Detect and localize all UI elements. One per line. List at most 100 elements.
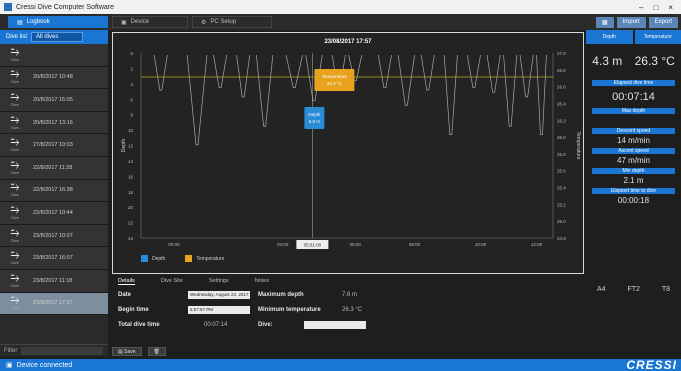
- diver-icon: ⥲ Dive: [10, 181, 20, 198]
- y-tick-label: 14: [128, 159, 134, 164]
- stat-block: Max depth: [592, 108, 675, 128]
- depth-dive-3: [213, 54, 228, 89]
- depth-dive-2: [186, 54, 208, 146]
- tab-details[interactable]: Details: [118, 278, 135, 285]
- begin-time-label: Begin time: [118, 307, 149, 313]
- stat-value: 47 m/min: [617, 156, 650, 165]
- dive-list-item[interactable]: ⥲ Dive: [0, 44, 108, 67]
- dive-list-item[interactable]: ⥲ Dive 22/8/2017 10:44: [0, 202, 108, 225]
- y2-tick-label: 26.6: [557, 85, 566, 90]
- filter-input[interactable]: [21, 346, 104, 355]
- total-time-value: 00:07:14: [204, 322, 228, 328]
- y2-tick-label: 25.2: [557, 202, 566, 207]
- delete-button[interactable]: 🗑: [147, 347, 166, 356]
- y-tick-label: 8: [130, 113, 133, 118]
- legend-depth[interactable]: Depth: [141, 255, 165, 262]
- dive-list-item[interactable]: ⥲ Dive 20/8/2017 13:16: [0, 111, 108, 135]
- bottom-actions: ▤ Save 🗑: [112, 347, 166, 356]
- max-depth-value: 7.6 m: [342, 292, 358, 298]
- min-temp-value: 26.3 °C: [342, 307, 363, 313]
- save-button[interactable]: ▤ Save: [112, 347, 142, 356]
- depth-dive-17: [519, 54, 534, 98]
- y2-tick-label: 26.2: [557, 118, 566, 123]
- dive-list-item[interactable]: ⥲ Dive 23/8/2017 10:07: [0, 224, 108, 248]
- dive-date: 22/8/2017 16:38: [33, 187, 73, 194]
- depth-dive-11: [397, 54, 415, 106]
- date-label: Date: [118, 292, 132, 298]
- stat-block: Min depth 2.1 m: [592, 168, 675, 188]
- chart-svg[interactable]: 02468101214161820222427.026.826.626.426.…: [113, 33, 585, 253]
- temperature-tooltip: [314, 69, 355, 91]
- maximize-button[interactable]: □: [653, 3, 658, 12]
- y-tick-label: 18: [128, 190, 134, 195]
- y-axis-label: Depth: [121, 139, 127, 153]
- y-tick-label: 2: [130, 66, 133, 71]
- depth-tooltip-label: Depth: [308, 112, 321, 117]
- dive-name-label: Dive:: [258, 322, 273, 328]
- begin-time-field[interactable]: 5:57:57 PM: [188, 306, 250, 314]
- y2-tick-label: 25.0: [557, 219, 566, 224]
- minimize-button[interactable]: –: [639, 3, 643, 12]
- tab-logbook[interactable]: ▤ Logbook: [8, 16, 108, 28]
- dive-date: 23/8/2017 11:18: [33, 277, 73, 284]
- stat-tab-depth[interactable]: Depth: [586, 30, 633, 44]
- depth-dive-5: [256, 54, 274, 127]
- tab-pc-setup[interactable]: ⚙ PC Setup: [192, 16, 272, 28]
- close-button[interactable]: ×: [668, 3, 673, 12]
- settings-icon: ⚙: [201, 19, 207, 26]
- depth-dive-12: [420, 54, 435, 91]
- date-field[interactable]: Wednesday, August 23, 2017: [188, 291, 250, 299]
- tab-dive-site[interactable]: Dive Site: [161, 278, 183, 285]
- tab-device[interactable]: ▣ Device: [112, 16, 188, 28]
- depth-tooltip: [304, 107, 325, 129]
- stats-panel: Depth Temperature 4.3 m 26.3 °C Elapsed …: [586, 30, 681, 356]
- dive-list-item[interactable]: ⥲ Dive 22/8/2017 16:38: [0, 179, 108, 203]
- x-tick-label: 04:00: [277, 242, 289, 247]
- info-tabs: Details Dive Site Settings Notes: [118, 278, 269, 285]
- current-temperature: 26.3 °C: [634, 54, 675, 68]
- dive-list-item[interactable]: ⥲ Dive 20/8/2017 15:05: [0, 89, 108, 112]
- legend-temperature[interactable]: Temperature: [185, 255, 224, 262]
- stat-value: 00:07:14: [612, 91, 655, 103]
- dive-list-item[interactable]: ⥲ Dive 27/8/2017 10:03: [0, 134, 108, 157]
- dive-list-header: Dive list All dives: [0, 30, 108, 44]
- temperature-tooltip-label: Temperature: [322, 74, 348, 79]
- title-bar: Cressi Dive Computer Software – □ ×: [0, 0, 681, 14]
- window-title: Cressi Dive Computer Software: [16, 3, 115, 11]
- dive-list-item[interactable]: ⥲ Dive 22/8/2017 11:28: [0, 156, 108, 180]
- dive-date: 22/8/2017 11:28: [33, 164, 73, 171]
- dive-details: Date Wednesday, August 23, 2017 Begin ti…: [118, 290, 418, 340]
- dive-date: 23/8/2017 10:07: [33, 232, 73, 239]
- stat-block: Ascent speed 47 m/min: [592, 148, 675, 168]
- tab-settings[interactable]: Settings: [209, 278, 229, 285]
- y-tick-label: 12: [128, 144, 134, 149]
- y-tick-label: 22: [128, 221, 134, 226]
- diver-icon: ⥲ Dive: [10, 203, 20, 220]
- export-button[interactable]: Export: [648, 16, 678, 28]
- dive-name-field[interactable]: [304, 321, 366, 329]
- tab-notes[interactable]: Notes: [255, 278, 269, 285]
- chart-legend: Depth Temperature: [141, 255, 224, 262]
- stat-block: Descent speed 14 m/min: [592, 128, 675, 148]
- y2-tick-label: 26.4: [557, 101, 566, 106]
- diver-icon: ⥲ Dive: [10, 68, 20, 85]
- status-bar: ▣ Device connected CRESSI: [0, 358, 681, 371]
- import-button[interactable]: Import: [616, 16, 646, 28]
- stat-tab-temperature[interactable]: Temperature: [634, 30, 681, 44]
- depth-dive-15: [486, 54, 501, 93]
- dive-list-item[interactable]: ⥲ Free 23/8/2017 17:57: [0, 292, 108, 316]
- temperature-tooltip-value: 26.3 °C: [327, 81, 343, 86]
- y-tick-label: 4: [130, 82, 133, 87]
- max-depth-label: Maximum depth: [258, 292, 304, 298]
- filter-label: Filter: [4, 347, 18, 354]
- sidebar-footer: Filter: [0, 344, 108, 356]
- dive-list-item[interactable]: ⥲ Dive 20/8/2017 10:48: [0, 66, 108, 90]
- y2-axis-label: Temperature: [575, 131, 581, 159]
- dive-filter-select[interactable]: All dives: [31, 32, 84, 42]
- dive-list-item[interactable]: ⥲ Dive 23/8/2017 16:07: [0, 247, 108, 270]
- dive-list-item[interactable]: ⥲ Dive 23/8/2017 11:18: [0, 269, 108, 293]
- stat-value: 14 m/min: [617, 136, 650, 145]
- toolbar-icon-button[interactable]: ▦: [595, 16, 614, 28]
- x-tick-label: 00:00: [168, 242, 180, 247]
- x-tick-label: 10:00: [475, 242, 487, 247]
